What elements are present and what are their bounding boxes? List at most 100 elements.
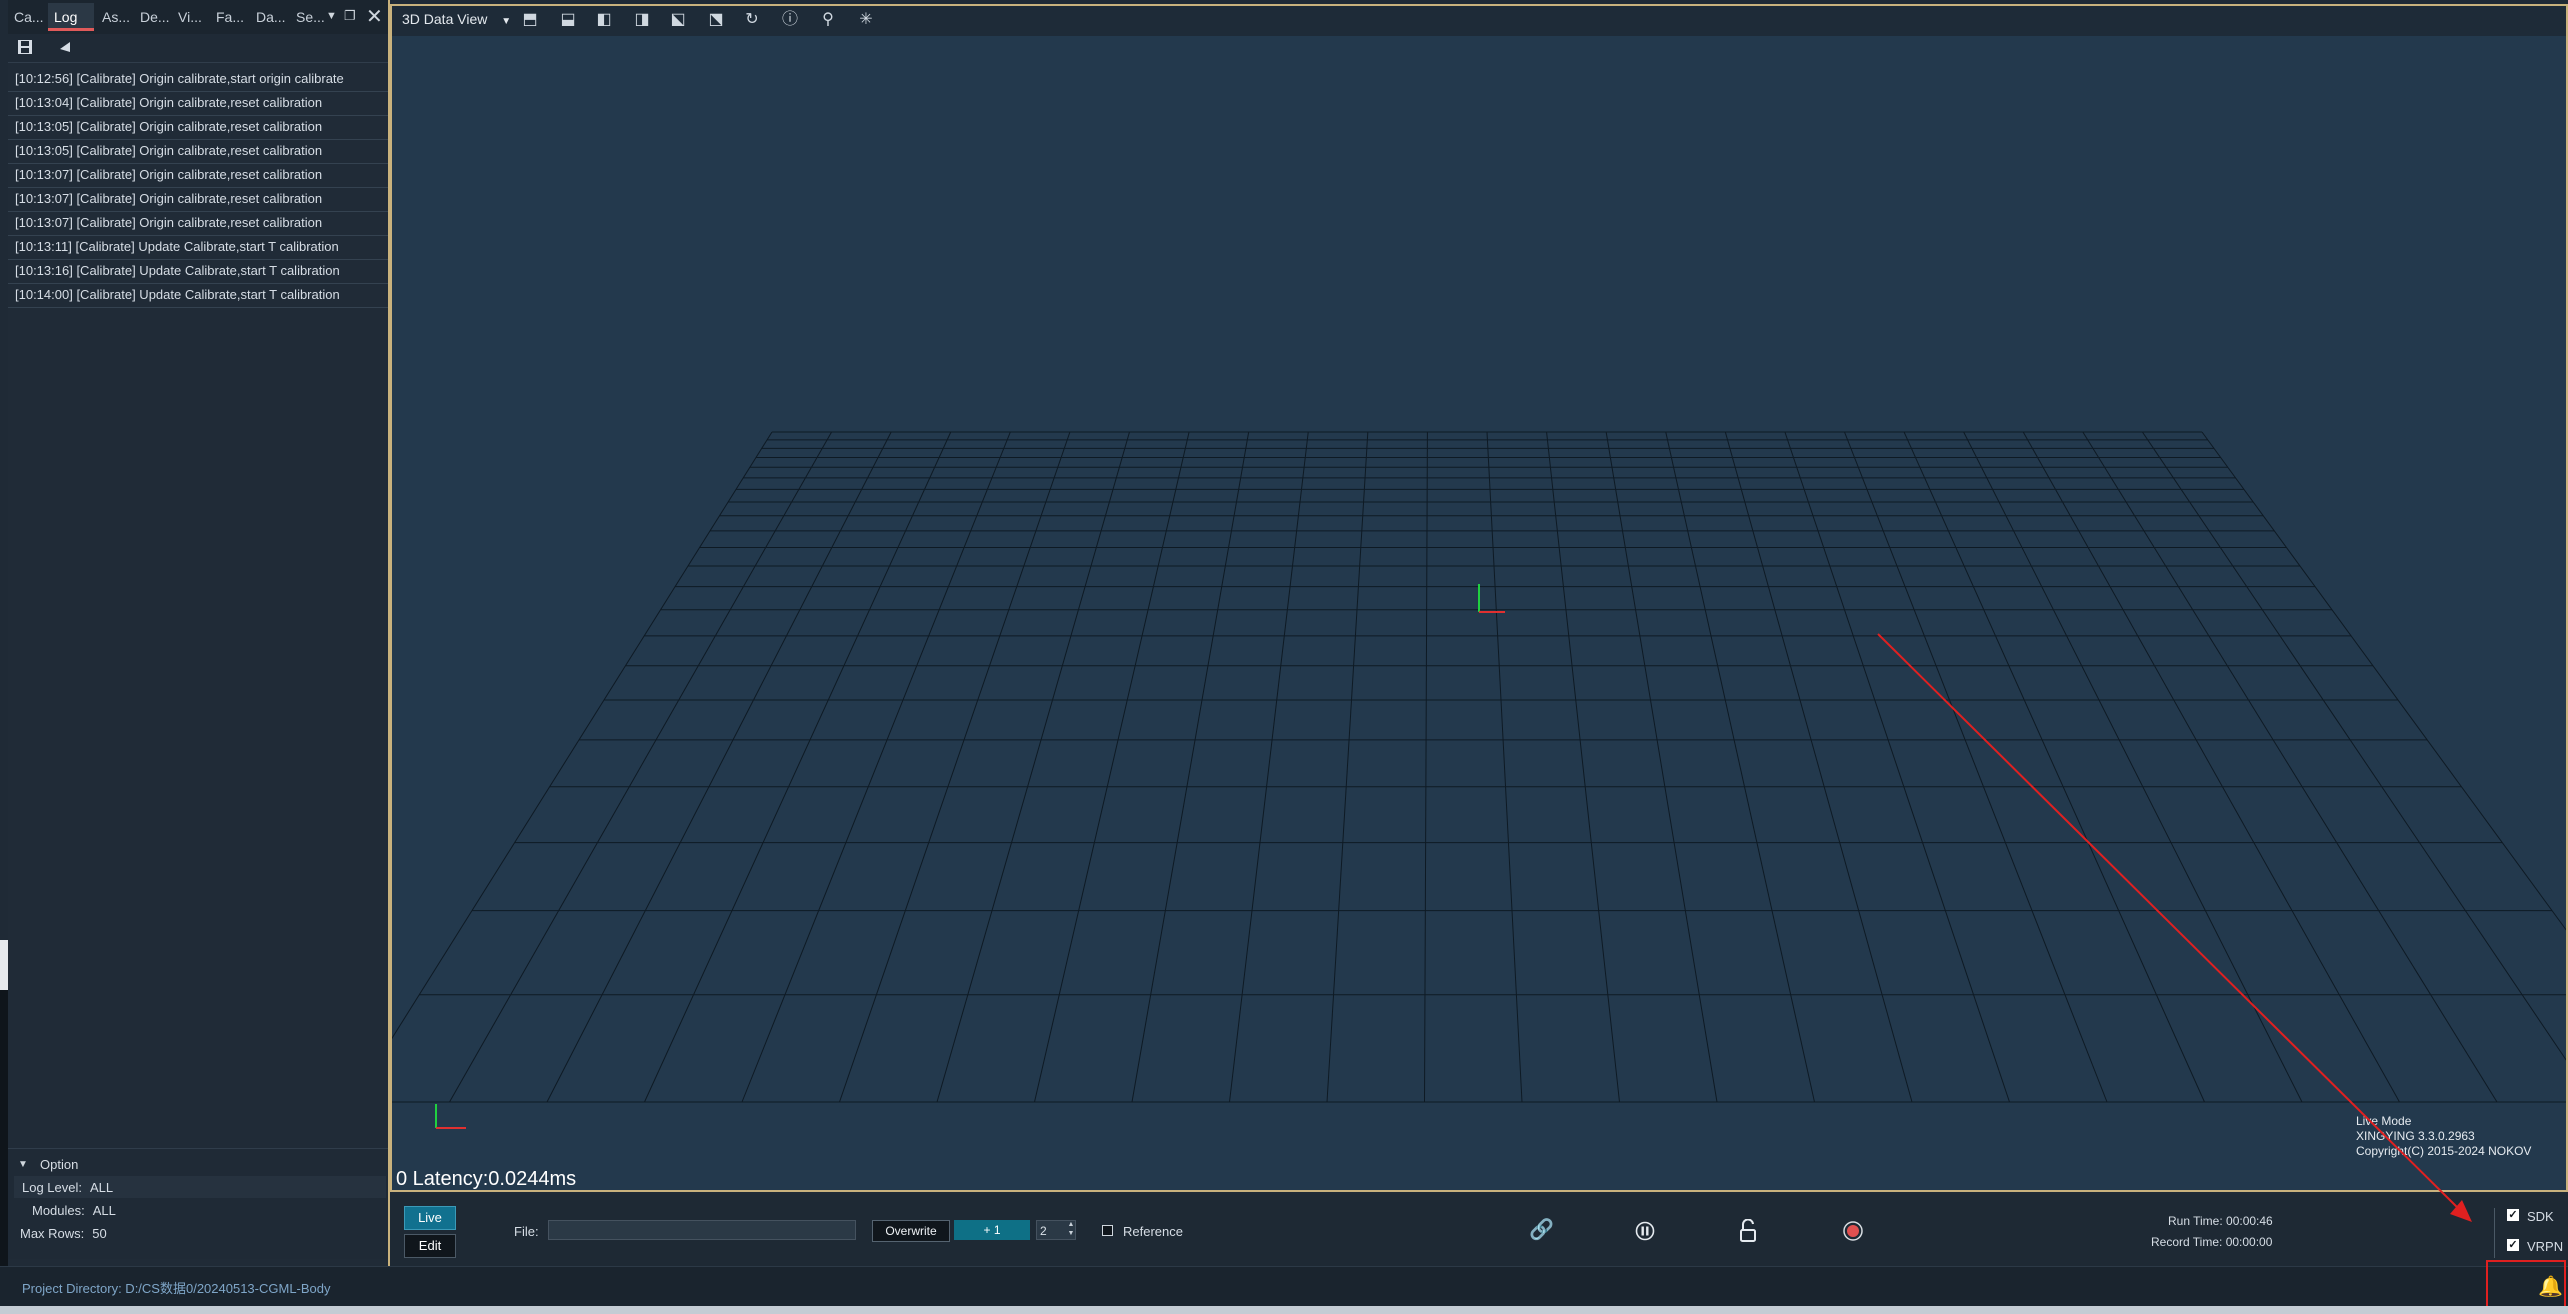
grid-line — [2201, 431, 2566, 931]
log-entry: [10:13:04] [Calibrate] Origin calibrate,… — [8, 92, 388, 116]
annotation-highlight-box — [2486, 1260, 2566, 1310]
unlock-icon[interactable] — [1739, 1219, 1757, 1243]
grid-line — [1131, 431, 1250, 1103]
option-section: ▼ Option Log Level: ALL Modules: ALL Max R… — [8, 1148, 388, 1259]
increment-button[interactable]: + 1 — [954, 1220, 1030, 1240]
view-dropdown-chevron-icon[interactable]: ▼ — [501, 16, 511, 27]
tab-devices[interactable]: De... — [134, 3, 170, 31]
modules-label: Modules: — [32, 1203, 85, 1218]
close-panel-icon[interactable]: ✕ — [366, 4, 383, 29]
project-directory: Project Directory: D:/CS数据0/20240513-CGM… — [22, 1281, 331, 1296]
grid-line — [1665, 431, 1815, 1103]
pause-icon[interactable] — [1635, 1221, 1655, 1241]
sdk-checkbox[interactable]: ✓ — [2507, 1209, 2519, 1221]
tab-settings[interactable]: Se... — [290, 3, 326, 31]
view-left-icon[interactable]: ◧ — [594, 10, 614, 30]
modules-value[interactable]: ALL — [93, 1203, 116, 1218]
grid-line — [1546, 431, 1620, 1103]
view-right-icon[interactable]: ◨ — [632, 10, 652, 30]
reference-label: Reference — [1123, 1224, 1183, 1239]
grid-line — [2082, 431, 2498, 1103]
window-bottom-edge — [0, 1306, 2568, 1314]
tab-calibration[interactable]: Ca... — [8, 3, 44, 31]
file-label: File: — [514, 1224, 539, 1239]
record-icon[interactable] — [1843, 1221, 1863, 1241]
log-entry: [10:13:05] [Calibrate] Origin calibrate,… — [8, 140, 388, 164]
overwrite-button[interactable]: Overwrite — [872, 1220, 950, 1242]
log-entry: [10:14:00] [Calibrate] Update Calibrate,… — [8, 284, 388, 308]
clear-log-icon[interactable] — [58, 40, 72, 54]
view-back-icon[interactable]: ⬓ — [558, 10, 578, 30]
status-bar — [0, 1266, 2568, 1307]
grid-line — [449, 431, 833, 1103]
log-level-label: Log Level: — [22, 1180, 82, 1195]
vrpn-checkbox[interactable]: ✓ — [2507, 1239, 2519, 1251]
grid-line — [1903, 431, 2205, 1103]
panel-tab-bar: Ca... Log As... De... Vi... Fa... Da... … — [8, 0, 388, 34]
floor-grid — [392, 431, 2566, 1129]
tab-overflow-chevron-icon[interactable]: ▼ — [326, 10, 337, 22]
grid-line — [741, 431, 1011, 1103]
log-list: [10:12:56] [Calibrate] Origin calibrate,… — [8, 68, 388, 308]
grid-line — [1229, 431, 1309, 1103]
info-icon[interactable]: ⓘ — [780, 10, 800, 30]
tab-data[interactable]: Da... — [250, 3, 286, 31]
view-selector[interactable]: 3D Data View ▼ — [402, 11, 511, 27]
log-entry: [10:13:11] [Calibrate] Update Calibrate,… — [8, 236, 388, 260]
window-edge — [0, 990, 8, 1266]
spin-arrows-icon[interactable]: ▲ ▼ — [1066, 1220, 1076, 1240]
grid-line — [2022, 431, 2400, 1103]
link-icon[interactable]: 🔗 — [1529, 1218, 1554, 1242]
view-title: 3D Data View — [402, 11, 488, 27]
max-rows-value[interactable]: 50 — [92, 1226, 106, 1241]
max-rows-row[interactable]: Max Rows: 50 — [20, 1226, 107, 1241]
tab-log[interactable]: Log — [48, 3, 94, 31]
vrpn-label: VRPN — [2527, 1239, 2564, 1254]
view-bottom-icon[interactable]: ⬔ — [706, 10, 726, 30]
version-info: Live Mode XINGYING 3.3.0.2963 Copyright(… — [2356, 1114, 2531, 1159]
float-panel-icon[interactable]: ❐ — [344, 8, 356, 24]
log-entry: [10:13:07] [Calibrate] Origin calibrate,… — [8, 188, 388, 212]
grid-line — [1486, 431, 1523, 1103]
marker-display-icon[interactable]: ✳ — [856, 10, 876, 30]
grid-line — [1605, 431, 1718, 1103]
grid-line — [1424, 431, 1428, 1103]
save-log-icon[interactable] — [17, 39, 33, 55]
grid-line — [936, 431, 1130, 1103]
sdk-label: SDK — [2527, 1209, 2554, 1224]
modules-row[interactable]: Modules: ALL — [32, 1203, 116, 1218]
log-entry: [10:13:05] [Calibrate] Origin calibrate,… — [8, 116, 388, 140]
log-entry: [10:13:07] [Calibrate] Origin calibrate,… — [8, 164, 388, 188]
grid-line — [392, 431, 773, 1040]
file-name-input[interactable] — [548, 1220, 856, 1240]
record-time: Record Time: 00:00:00 — [2151, 1235, 2273, 1249]
log-level-value[interactable]: ALL — [90, 1180, 113, 1195]
view-top-icon[interactable]: ⬕ — [668, 10, 688, 30]
skeleton-icon[interactable]: ⚲ — [818, 10, 838, 30]
max-rows-label: Max Rows: — [20, 1226, 85, 1241]
log-toolbar — [8, 34, 388, 63]
option-collapse-icon[interactable]: ▼ — [18, 1159, 28, 1170]
copyright-label: Copyright(C) 2015-2024 NOKOV — [2356, 1144, 2532, 1158]
tab-assets[interactable]: As... — [96, 3, 132, 31]
log-level-row[interactable]: Log Level: ALL — [22, 1180, 113, 1195]
tab-view[interactable]: Vi... — [172, 3, 208, 31]
tab-fa[interactable]: Fa... — [210, 3, 246, 31]
refresh-view-icon[interactable]: ↻ — [742, 10, 762, 30]
grid-line — [1963, 431, 2303, 1103]
latency-readout: 0 Latency:0.0244ms — [396, 1168, 577, 1190]
live-mode-button[interactable]: Live — [404, 1206, 456, 1230]
view-front-icon[interactable]: ⬒ — [520, 10, 540, 30]
grid-line — [1326, 431, 1369, 1103]
grid-line — [2142, 431, 2566, 1061]
window-edge — [0, 940, 8, 990]
run-time: Run Time: 00:00:46 — [2168, 1214, 2273, 1228]
version-label: XINGYING 3.3.0.2963 — [2356, 1129, 2475, 1143]
reference-checkbox[interactable] — [1102, 1225, 1113, 1236]
grid-line — [839, 431, 1071, 1103]
mode-label: Live Mode — [2356, 1114, 2412, 1128]
option-title[interactable]: Option — [40, 1157, 78, 1172]
edit-mode-button[interactable]: Edit — [404, 1234, 456, 1258]
log-entry: [10:12:56] [Calibrate] Origin calibrate,… — [8, 68, 388, 92]
log-entry: [10:13:07] [Calibrate] Origin calibrate,… — [8, 212, 388, 236]
